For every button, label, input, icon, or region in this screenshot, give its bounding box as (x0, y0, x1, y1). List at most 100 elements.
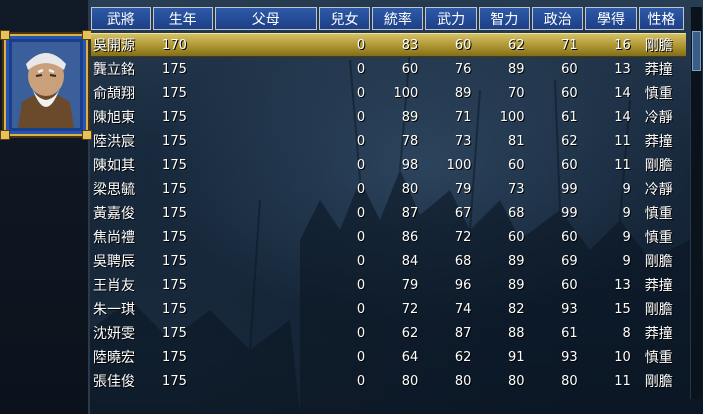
header-politics[interactable]: 政治 (532, 7, 584, 30)
table-row[interactable]: 吳聘辰 175 0 84 68 89 69 9 剛膽 (91, 249, 686, 273)
officer-name-cell: 朱一琪 (93, 302, 135, 318)
birth-year-cell: 175 (162, 205, 187, 221)
children-count-cell: 0 (356, 301, 366, 317)
officer-name-cell: 陸曉宏 (93, 350, 135, 366)
header-children[interactable]: 兒女 (318, 7, 371, 30)
learned-cell: 11 (614, 157, 631, 173)
learned-cell: 14 (614, 109, 631, 125)
learned-cell: 9 (622, 181, 631, 197)
officer-name-cell: 王肖友 (93, 278, 135, 294)
politics-cell: 99 (561, 205, 578, 221)
leadership-cell: 100 (393, 85, 419, 101)
war-cell: 100 (446, 157, 472, 173)
parents-cell (217, 105, 318, 129)
parents-cell (217, 369, 318, 393)
table-row[interactable]: 焦尚禮 175 0 86 72 60 60 9 慎重 (91, 225, 686, 249)
table-row[interactable]: 陳如其 175 0 98 100 60 60 11 剛膽 (91, 153, 686, 177)
header-intelligence[interactable]: 智力 (478, 7, 531, 30)
politics-cell: 61 (561, 325, 578, 341)
leadership-cell: 86 (401, 229, 419, 245)
personality-cell: 冷靜 (644, 182, 673, 198)
war-cell: 74 (454, 301, 472, 317)
intelligence-cell: 100 (499, 109, 525, 125)
personality-cell: 慎重 (644, 206, 673, 222)
intelligence-cell: 81 (507, 133, 525, 149)
birth-year-cell: 175 (162, 109, 187, 125)
war-cell: 67 (454, 205, 472, 221)
birth-year-cell: 175 (162, 133, 187, 149)
table-row[interactable]: 黃嘉俊 175 0 87 67 68 99 9 慎重 (91, 201, 686, 225)
header-parents[interactable]: 父母 (214, 7, 317, 30)
table-body: 吳開源 170 0 83 60 62 71 16 剛膽 龔立銘 175 0 60 76 89 60 13 莽撞俞頡… (91, 33, 686, 393)
learned-cell: 13 (614, 61, 631, 77)
personality-cell: 莽撞 (644, 326, 673, 342)
children-count-cell: 0 (356, 181, 366, 197)
header-birth-year[interactable]: 生年 (152, 7, 213, 30)
personality-cell: 慎重 (644, 230, 673, 246)
parents-cell (217, 201, 318, 225)
officer-name-cell: 陳旭東 (93, 110, 135, 126)
table-row[interactable]: 朱一琪 175 0 72 74 82 93 15 剛膽 (91, 297, 686, 321)
leadership-cell: 78 (401, 133, 419, 149)
table-row[interactable]: 陳旭東 175 0 89 71 100 61 14 冷靜 (91, 105, 686, 129)
personality-cell: 剛膽 (644, 254, 673, 270)
parents-cell (217, 177, 318, 201)
children-count-cell: 0 (356, 229, 366, 245)
politics-cell: 60 (561, 157, 578, 173)
table-row[interactable]: 梁思毓 175 0 80 79 73 99 9 冷靜 (91, 177, 686, 201)
scrollbar-thumb[interactable] (692, 31, 701, 71)
parents-cell (217, 297, 318, 321)
birth-year-cell: 175 (162, 253, 187, 269)
birth-year-cell: 175 (162, 349, 187, 365)
table-row[interactable]: 陸曉宏 175 0 64 62 91 93 10 慎重 (91, 345, 686, 369)
header-war[interactable]: 武力 (425, 7, 477, 30)
war-cell: 73 (454, 133, 472, 149)
leadership-cell: 72 (401, 301, 419, 317)
personality-cell: 剛膽 (644, 374, 673, 390)
personality-cell: 慎重 (644, 350, 673, 366)
parents-cell (217, 249, 318, 273)
birth-year-cell: 175 (162, 301, 187, 317)
personality-cell: 剛膽 (644, 158, 673, 174)
war-cell: 80 (454, 373, 472, 389)
birth-year-cell: 175 (162, 181, 187, 197)
birth-year-cell: 175 (162, 157, 187, 173)
table-row[interactable]: 陸洪宸 175 0 78 73 81 62 11 莽撞 (91, 129, 686, 153)
intelligence-cell: 88 (507, 325, 525, 341)
birth-year-cell: 175 (162, 229, 187, 245)
table-row[interactable]: 龔立銘 175 0 60 76 89 60 13 莽撞 (91, 57, 686, 81)
table-row[interactable]: 王肖友 175 0 79 96 89 60 13 莽撞 (91, 273, 686, 297)
scrollbar[interactable] (690, 7, 702, 399)
learned-cell: 14 (614, 85, 631, 101)
table-row[interactable]: 沈妍雯 175 0 62 87 88 61 8 莽撞 (91, 321, 686, 345)
table-header: 武將 生年 父母 兒女 統率 武力 智力 政治 學得 性格 (91, 7, 686, 32)
header-name[interactable]: 武將 (91, 7, 151, 30)
leadership-cell: 84 (401, 253, 419, 269)
header-leadership[interactable]: 統率 (372, 7, 424, 30)
officer-name-cell: 俞頡翔 (93, 86, 135, 102)
parents-cell (217, 345, 318, 369)
officer-name-cell: 張佳俊 (93, 374, 135, 390)
intelligence-cell: 62 (507, 37, 525, 53)
parents-cell (217, 129, 318, 153)
birth-year-cell: 175 (162, 325, 187, 341)
learned-cell: 9 (622, 205, 631, 221)
personality-cell: 剛膽 (644, 302, 673, 318)
officer-table: 武將 生年 父母 兒女 統率 武力 智力 政治 學得 性格 吳開源 170 0 83 6… (91, 7, 686, 393)
children-count-cell: 0 (356, 349, 366, 365)
table-row-selected[interactable]: 吳開源 170 0 83 60 62 71 16 剛膽 (91, 33, 686, 57)
learned-cell: 11 (614, 373, 631, 389)
leadership-cell: 79 (401, 277, 419, 293)
intelligence-cell: 73 (507, 181, 525, 197)
intelligence-cell: 68 (507, 205, 525, 221)
war-cell: 76 (454, 61, 472, 77)
intelligence-cell: 60 (507, 157, 525, 173)
parents-cell (217, 57, 318, 81)
parents-cell (217, 33, 318, 57)
table-row[interactable]: 張佳俊 175 0 80 80 80 80 11 剛膽 (91, 369, 686, 393)
header-personality[interactable]: 性格 (638, 7, 685, 30)
table-row[interactable]: 俞頡翔 175 0 100 89 70 60 14 慎重 (91, 81, 686, 105)
politics-cell: 60 (561, 85, 578, 101)
politics-cell: 80 (561, 373, 578, 389)
header-learned[interactable]: 學得 (585, 7, 637, 30)
